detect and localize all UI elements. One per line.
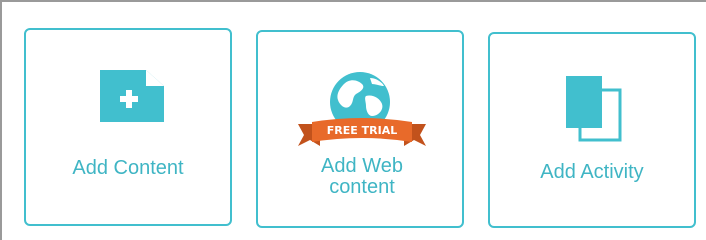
add-file-icon — [100, 70, 164, 122]
add-web-content-card[interactable]: FREE TRIAL Add Web content — [256, 30, 464, 228]
add-content-label: Add Content — [72, 157, 184, 179]
add-web-content-label: Add Web content — [321, 155, 403, 198]
add-activity-card[interactable]: Add Activity — [488, 32, 696, 228]
options-panel: Add Content FREE TRIAL Add Web content A… — [0, 0, 706, 240]
free-trial-badge: FREE TRIAL — [327, 124, 397, 137]
add-activity-label: Add Activity — [540, 161, 644, 183]
activity-pages-icon — [562, 74, 626, 146]
add-content-card[interactable]: Add Content — [24, 28, 232, 226]
globe-icon: FREE TRIAL — [292, 66, 432, 152]
